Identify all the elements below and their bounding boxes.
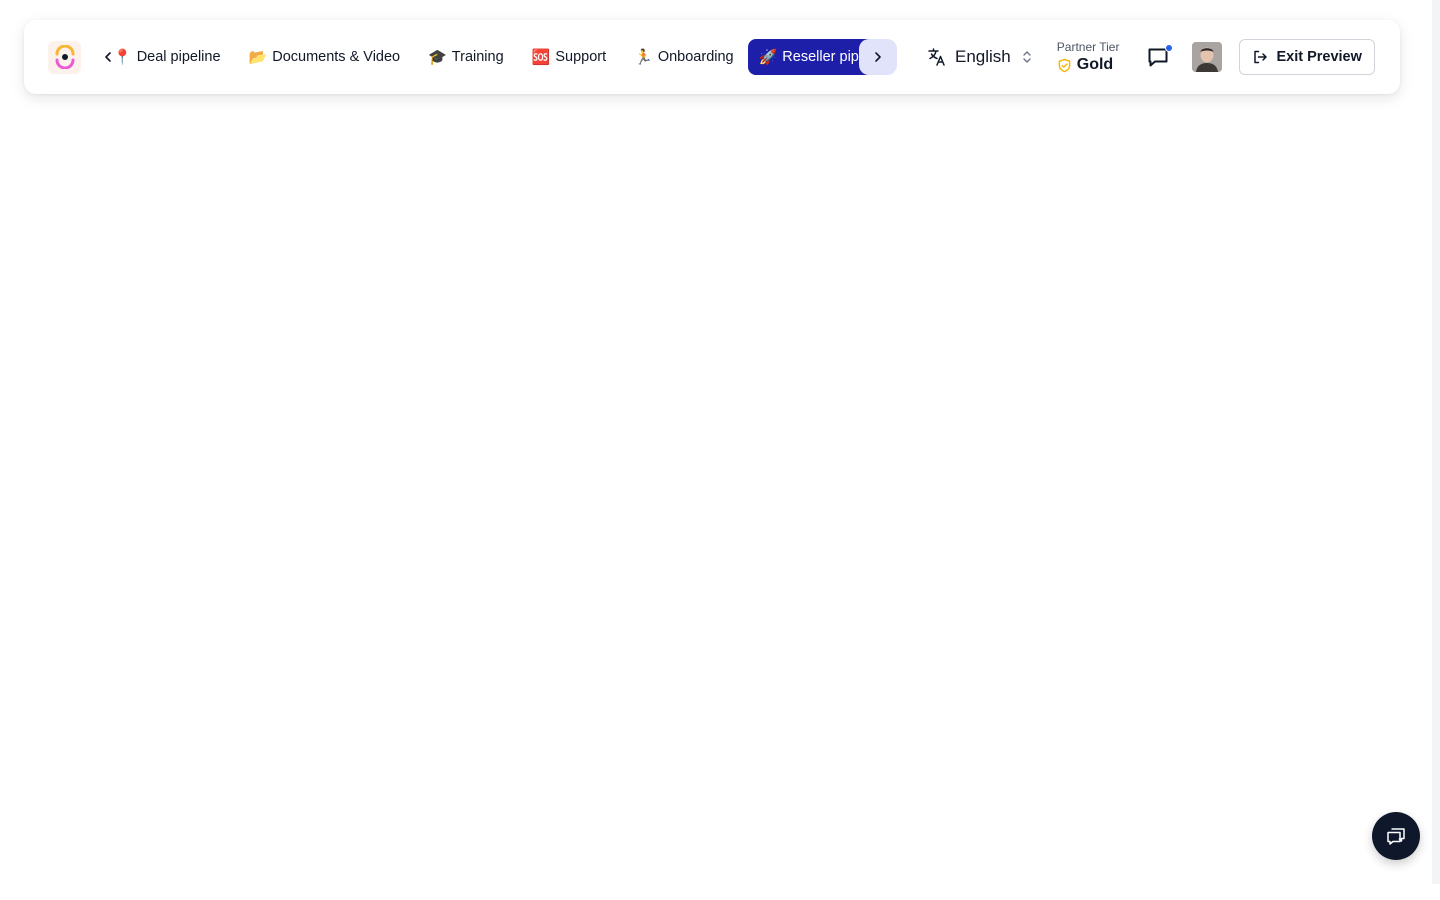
logout-icon [1254, 50, 1268, 64]
exit-preview-button[interactable]: Exit Preview [1239, 39, 1375, 75]
tab-label: Training [451, 49, 504, 65]
tab-label: Onboarding [657, 49, 734, 65]
chevron-right-icon [875, 52, 881, 62]
language-label: English [955, 47, 1011, 66]
tab-documents-video[interactable]: 📂 Documents & Video [235, 39, 415, 75]
rocket-icon: 🚀 [758, 48, 778, 66]
tab-label: Deal pipeline [136, 49, 221, 65]
chat-bubbles-icon [1387, 828, 1405, 845]
chat-launcher-button[interactable] [1372, 812, 1420, 860]
tab-list: 📍 Deal pipeline 📂 Documents & Video 🎓 Tr… [113, 37, 890, 77]
brand-logo-icon[interactable] [48, 40, 81, 74]
partner-tier: Partner Tier Gold [1057, 40, 1120, 74]
tab-support[interactable]: 🆘 Support [518, 39, 620, 75]
scrollbar-track[interactable] [1432, 0, 1440, 884]
partner-tier-title: Partner Tier [1056, 40, 1120, 54]
folder-icon: 📂 [248, 48, 268, 66]
language-selector[interactable]: English [927, 37, 1033, 77]
tab-training[interactable]: 🎓 Training [414, 39, 518, 75]
scroll-right-button[interactable] [859, 39, 897, 75]
notification-dot [1165, 44, 1174, 52]
runner-icon: 🏃 [634, 48, 653, 66]
graduation-cap-icon: 🎓 [428, 48, 447, 66]
top-navigation-bar: 📍 Deal pipeline 📂 Documents & Video 🎓 Tr… [24, 20, 1400, 94]
pin-icon: 📍 [113, 48, 132, 66]
tab-scroller: 📍 Deal pipeline 📂 Documents & Video 🎓 Tr… [95, 37, 897, 77]
exit-preview-label: Exit Preview [1276, 49, 1362, 65]
tab-deal-pipeline[interactable]: 📍 Deal pipeline [113, 39, 235, 75]
messages-button[interactable] [1145, 42, 1174, 72]
partner-tier-value: Gold [1057, 56, 1120, 74]
translate-icon [928, 48, 945, 66]
page: 📍 Deal pipeline 📂 Documents & Video 🎓 Tr… [0, 0, 1440, 900]
tab-onboarding[interactable]: 🏃 Onboarding [620, 39, 747, 75]
tab-label: Support [555, 49, 607, 65]
sos-icon: 🆘 [531, 48, 551, 66]
chevron-up-down-icon [1023, 51, 1031, 63]
partner-tier-label: Gold [1076, 56, 1114, 73]
shield-check-icon [1058, 58, 1071, 72]
avatar[interactable] [1192, 42, 1223, 72]
tab-label: Documents & Video [272, 49, 401, 65]
